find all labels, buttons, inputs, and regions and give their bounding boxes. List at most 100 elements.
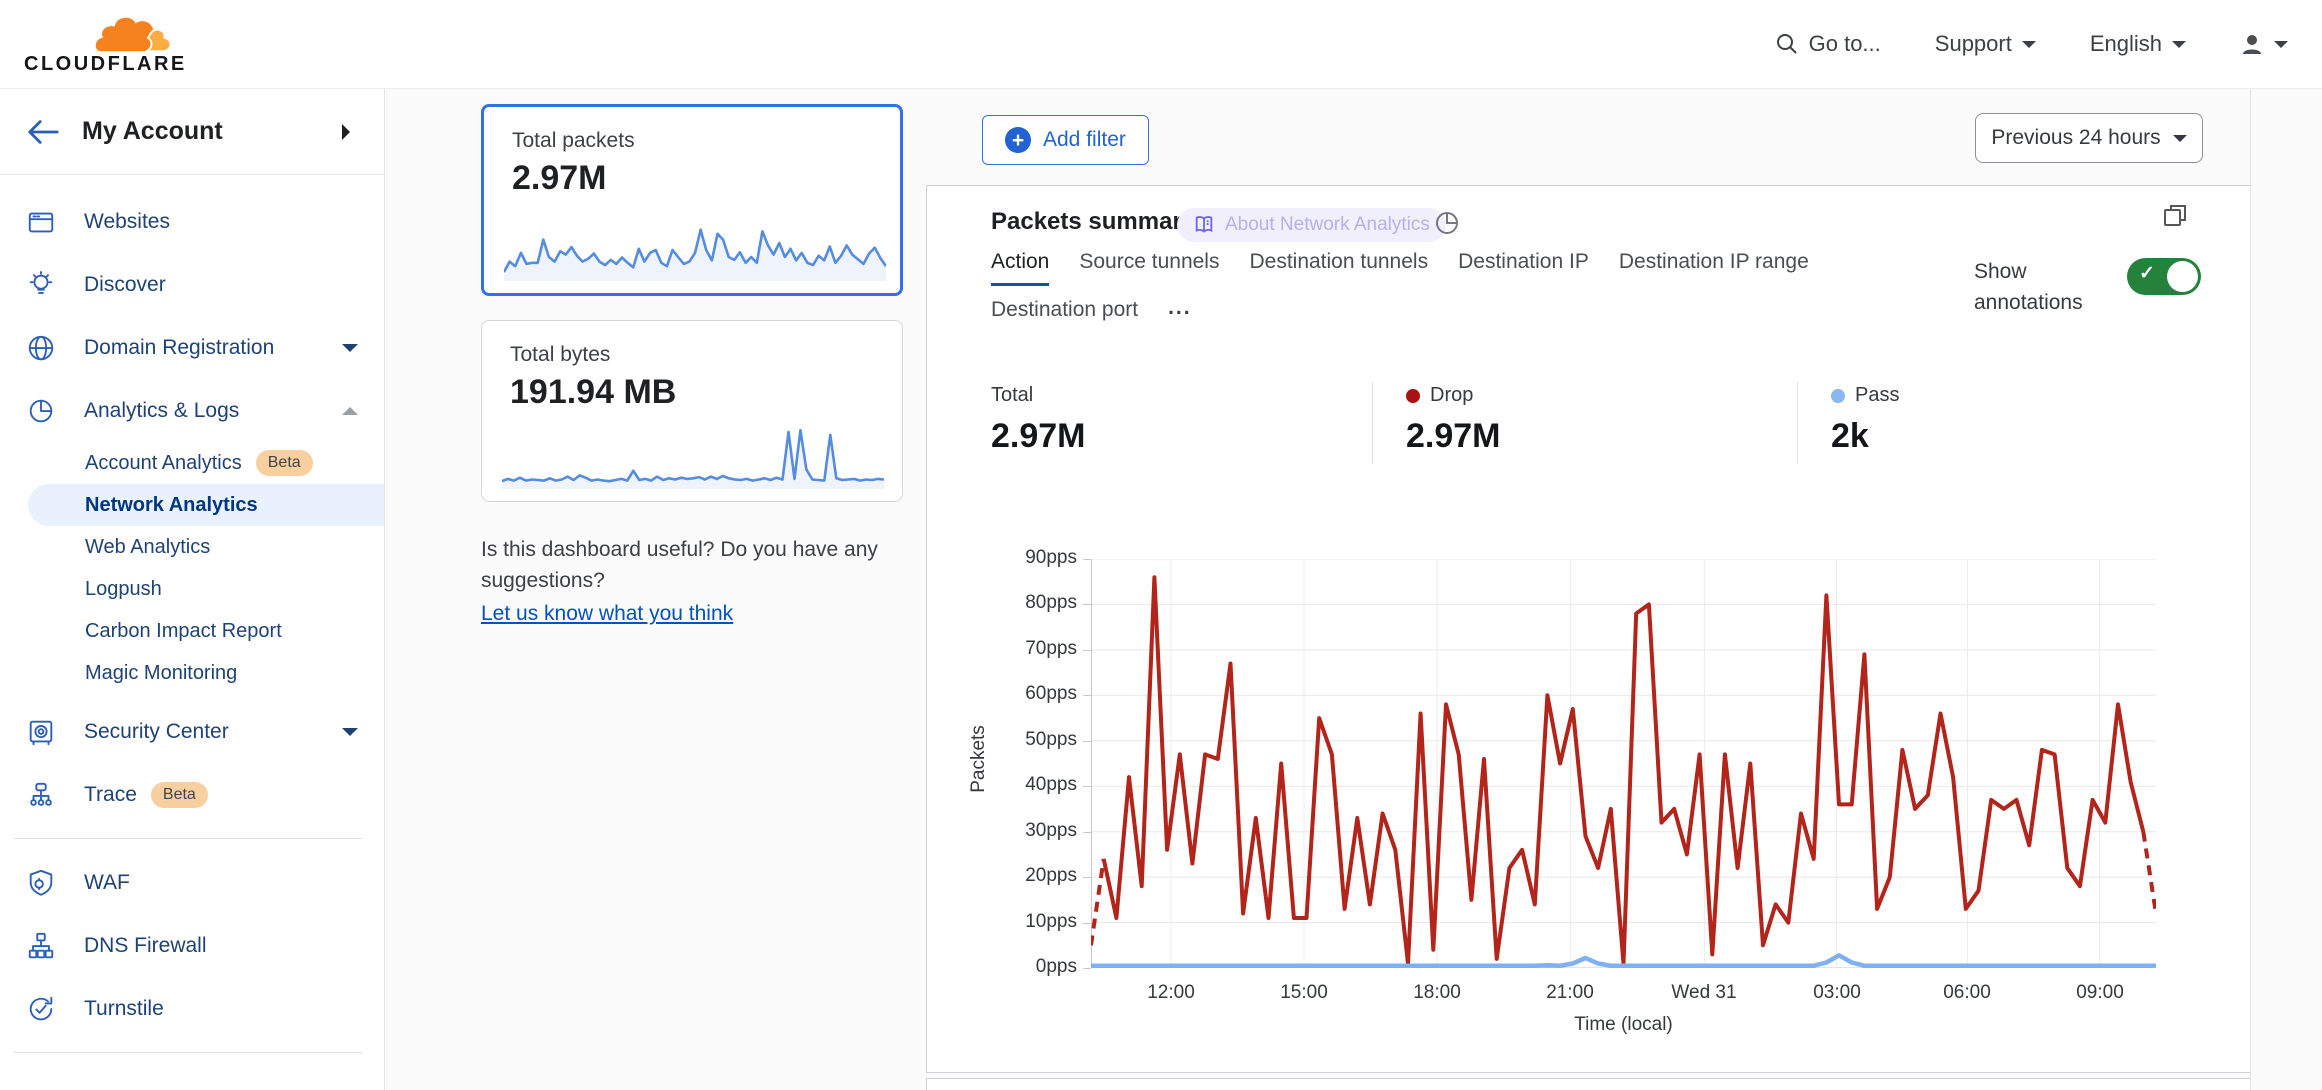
time-range-dropdown[interactable]: Previous 24 hours	[1975, 113, 2203, 163]
pie-chart-icon[interactable]	[1434, 210, 1460, 236]
x-axis-tick: 03:00	[1792, 982, 1882, 1004]
y-tick-mark	[1083, 923, 1091, 924]
card-title: Total packets	[512, 129, 900, 153]
y-tick-mark	[1083, 786, 1091, 787]
pass-dot-icon	[1831, 389, 1845, 403]
y-tick-mark	[1083, 968, 1091, 969]
support-menu[interactable]: Support	[1935, 31, 2036, 57]
sidebar-item-dns-firewall[interactable]: DNS Firewall	[0, 914, 384, 977]
stat-label: Pass	[1855, 384, 1899, 407]
sidebar-item-analytics-logs[interactable]: Analytics & Logs	[0, 379, 384, 442]
show-annotations-toggle[interactable]: ✓	[2127, 258, 2201, 295]
shield-icon	[26, 868, 56, 898]
caret-down-icon	[2172, 41, 2186, 55]
caret-down-icon	[2022, 41, 2036, 55]
sidebar-item-carbon-impact-report[interactable]: Carbon Impact Report	[0, 610, 384, 652]
total-packets-card[interactable]: Total packets 2.97M	[481, 104, 903, 296]
sidebar-item-websites[interactable]: Websites	[0, 190, 384, 253]
sidebar-item-discover[interactable]: Discover	[0, 253, 384, 316]
caret-down-icon	[342, 344, 358, 360]
sidebar-sublist: Account AnalyticsBetaNetwork AnalyticsWe…	[0, 442, 384, 694]
sidebar-divider	[14, 838, 362, 839]
sidebar-item-magic-monitoring[interactable]: Magic Monitoring	[0, 652, 384, 694]
stat-label: Total	[991, 384, 1033, 407]
sidebar-item-item[interactable]	[0, 1065, 384, 1090]
sidebar-item-web-analytics[interactable]: Web Analytics	[0, 526, 384, 568]
sidebar-item-security-center[interactable]: Security Center	[0, 700, 384, 763]
tab-source-tunnels[interactable]: Source tunnels	[1079, 250, 1219, 286]
back-arrow-icon[interactable]	[26, 117, 60, 147]
next-panel-top-edge	[926, 1078, 2251, 1090]
caret-up-icon	[342, 399, 358, 415]
drop-dot-icon	[1406, 389, 1420, 403]
turnstile-icon	[26, 994, 56, 1024]
time-range-label: Previous 24 hours	[1991, 126, 2160, 150]
add-filter-label: Add filter	[1043, 128, 1126, 152]
book-icon	[1193, 214, 1215, 236]
more-tabs-button[interactable]: ...	[1168, 296, 1192, 334]
sidebar-divider	[14, 1052, 362, 1053]
stat-value: 2k	[1831, 417, 1899, 456]
sidebar: My Account WebsitesDiscoverDomain Regist…	[0, 89, 385, 1090]
feedback-question: Is this dashboard useful? Do you have an…	[481, 534, 936, 596]
safe-icon	[26, 717, 56, 747]
tab-destination-tunnels[interactable]: Destination tunnels	[1249, 250, 1428, 286]
goto-search[interactable]: Go to...	[1775, 31, 1881, 57]
account-menu[interactable]	[2240, 32, 2288, 56]
sidebar-item-account-analytics[interactable]: Account AnalyticsBeta	[0, 442, 384, 484]
add-filter-button[interactable]: + Add filter	[982, 115, 1149, 165]
y-axis-tick: 30pps	[991, 820, 1077, 842]
account-row: My Account	[0, 89, 384, 175]
tab-action[interactable]: Action	[991, 250, 1049, 286]
sidebar-item-trace[interactable]: TraceBeta	[0, 763, 384, 826]
beta-badge: Beta	[151, 782, 208, 808]
sidebar-item-domain-registration[interactable]: Domain Registration	[0, 316, 384, 379]
sidebar-item-waf[interactable]: WAF	[0, 851, 384, 914]
language-menu[interactable]: English	[2090, 31, 2186, 57]
stat-total: Total 2.97M	[991, 384, 1086, 456]
cloudflare-logo[interactable]: CLOUDFLARE	[24, 13, 204, 76]
about-network-analytics-badge[interactable]: About Network Analytics	[1177, 208, 1446, 242]
tab-destination-port[interactable]: Destination port	[991, 298, 1138, 334]
user-icon	[2240, 32, 2264, 56]
bytes-sparkline	[502, 425, 884, 489]
search-icon	[1775, 32, 1799, 56]
card-value: 191.94 MB	[510, 373, 902, 412]
show-annotations-label: Show annotations	[1974, 256, 2104, 318]
sidebar-item-turnstile[interactable]: Turnstile	[0, 977, 384, 1040]
y-axis-tick: 80pps	[991, 592, 1077, 614]
dnstree-icon	[26, 931, 56, 961]
top-bar: CLOUDFLARE Go to... Support English	[0, 0, 2322, 89]
expand-icon[interactable]	[2161, 201, 2189, 229]
tab-destination-ip[interactable]: Destination IP	[1458, 250, 1589, 286]
toggle-knob	[2167, 261, 2198, 292]
sidebar-item-logpush[interactable]: Logpush	[0, 568, 384, 610]
y-axis-tick: 70pps	[991, 638, 1077, 660]
feedback-link[interactable]: Let us know what you think	[481, 598, 733, 629]
stat-divider	[1372, 382, 1373, 464]
pie-icon	[26, 396, 56, 426]
x-axis-title: Time (local)	[1091, 1014, 2156, 1036]
packets-summary-panel: Packets summary About Network Analytics …	[926, 185, 2251, 1073]
y-tick-mark	[1083, 604, 1091, 605]
stat-value: 2.97M	[991, 417, 1086, 456]
panel-tabs: Action Source tunnels Destination tunnels D…	[991, 250, 1871, 334]
bulb-icon	[26, 270, 56, 300]
sidebar-item-network-analytics[interactable]: Network Analytics	[28, 484, 384, 526]
stat-drop: Drop 2.97M	[1406, 384, 1501, 456]
y-axis-tick: 0pps	[991, 956, 1077, 978]
stat-value: 2.97M	[1406, 417, 1501, 456]
y-tick-mark	[1083, 877, 1091, 878]
tab-destination-ip-range[interactable]: Destination IP range	[1619, 250, 1809, 286]
x-axis-tick: Wed 31	[1659, 982, 1749, 1004]
caret-down-icon	[342, 728, 358, 744]
chevron-right-icon[interactable]	[342, 124, 358, 140]
y-axis-tick: 20pps	[991, 865, 1077, 887]
y-axis-tick: 50pps	[991, 729, 1077, 751]
total-bytes-card[interactable]: Total bytes 191.94 MB	[481, 320, 903, 502]
packets-chart	[1091, 559, 2156, 968]
y-tick-mark	[1083, 650, 1091, 651]
burst-icon	[26, 1082, 56, 1090]
panel-title: Packets summary	[991, 208, 1195, 236]
x-axis-tick: 09:00	[2055, 982, 2145, 1004]
